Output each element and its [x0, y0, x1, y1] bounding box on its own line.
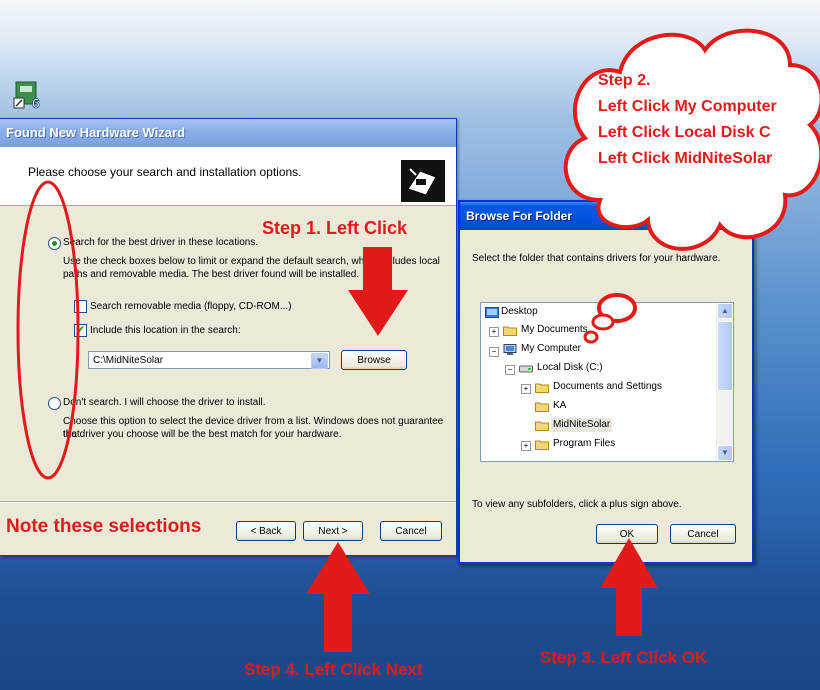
selection-ellipse — [16, 180, 80, 480]
step1-arrow — [348, 247, 408, 336]
step4-arrow — [306, 542, 370, 652]
step2-line-4: Left Click MidNiteSolar — [598, 150, 773, 167]
step2-annotation: Step 2. Left Click My Computer Left Clic… — [598, 68, 777, 172]
step2-line-3: Left Click Local Disk C — [598, 124, 771, 141]
step4-annotation: Step 4. Left Click Next — [244, 660, 423, 679]
step1-annotation: Step 1. Left Click — [262, 218, 408, 238]
step3-arrow — [600, 538, 658, 636]
step2-line-1: Step 2. — [598, 72, 651, 89]
step2-line-2: Left Click My Computer — [598, 98, 777, 115]
step3-annotation: Step 3. Left Click OK — [540, 648, 708, 667]
note-annotation: Note these selections — [6, 516, 202, 537]
